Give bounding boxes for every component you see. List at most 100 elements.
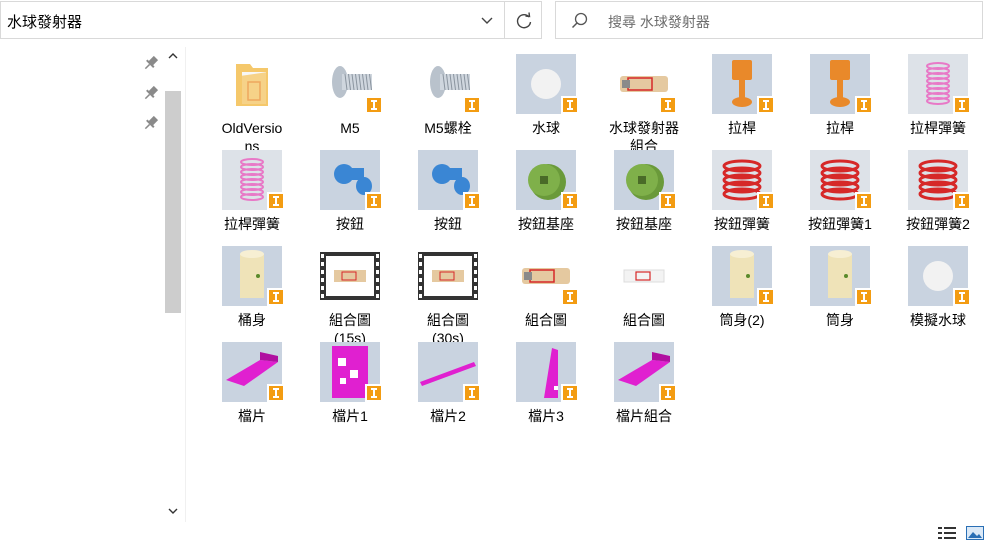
- file-item[interactable]: 桶身: [203, 246, 301, 329]
- pin-icon[interactable]: [142, 114, 160, 132]
- address-bar[interactable]: 水球發射器: [0, 1, 542, 39]
- file-item[interactable]: 組合圖 (30s): [399, 246, 497, 347]
- file-item[interactable]: 拉桿彈簧: [203, 150, 301, 233]
- file-item[interactable]: OldVersio ns: [203, 54, 301, 155]
- file-item[interactable]: M5螺栓: [399, 54, 497, 137]
- file-item[interactable]: 按鈕: [399, 150, 497, 233]
- file-label: 筒身(2): [719, 312, 765, 328]
- file-item[interactable]: 檔片3: [497, 342, 595, 425]
- file-item[interactable]: 檔片2: [399, 342, 497, 425]
- search-input[interactable]: 搜尋 水球發射器: [608, 12, 710, 32]
- file-label: 拉桿彈簧: [224, 216, 280, 232]
- file-item[interactable]: M5: [301, 54, 399, 137]
- scroll-thumb[interactable]: [165, 91, 181, 313]
- file-label: 組合圖: [623, 312, 665, 328]
- address-path[interactable]: 水球發射器: [7, 11, 82, 32]
- file-label: 桶身: [238, 312, 266, 328]
- file-label: 檔片2: [430, 408, 466, 424]
- inventor-badge-icon: [855, 288, 873, 306]
- file-item[interactable]: 筒身: [791, 246, 889, 329]
- inventor-badge-icon: [757, 96, 775, 114]
- inventor-badge-icon: [561, 192, 579, 210]
- file-label: 拉桿: [728, 120, 756, 136]
- file-item[interactable]: 組合圖: [497, 246, 595, 329]
- file-item[interactable]: 拉桿: [693, 54, 791, 137]
- inventor-badge-icon: [365, 192, 383, 210]
- spring-red-thumbnail-icon: [908, 150, 971, 210]
- file-item[interactable]: 組合圖: [595, 246, 693, 329]
- inventor-badge-icon: [267, 288, 285, 306]
- inventor-badge-icon: [561, 96, 579, 114]
- search-box[interactable]: 搜尋 水球發射器: [555, 1, 983, 39]
- folder-thumbnail-icon: [222, 54, 282, 114]
- spring-red-thumbnail-icon: [712, 150, 775, 210]
- inventor-badge-icon: [757, 192, 775, 210]
- pin-icon[interactable]: [142, 54, 160, 72]
- pull-rod-thumbnail-icon: [712, 54, 775, 114]
- file-item[interactable]: 按鈕彈簧2: [889, 150, 987, 233]
- file-item[interactable]: 檔片: [203, 342, 301, 425]
- pane-divider: [185, 47, 186, 522]
- inventor-badge-icon: [365, 96, 383, 114]
- inventor-badge-icon: [463, 384, 481, 402]
- file-label: 按鈕基座: [518, 216, 574, 232]
- file-item[interactable]: 按鈕彈簧: [693, 150, 791, 233]
- assembly-flat-thumbnail-icon: [614, 246, 674, 306]
- inventor-badge-icon: [463, 96, 481, 114]
- screw-thumbnail-icon: [320, 54, 383, 114]
- file-label: 檔片1: [332, 408, 368, 424]
- navigation-scrollbar[interactable]: [163, 47, 183, 520]
- scroll-up-icon[interactable]: [163, 47, 183, 65]
- inventor-badge-icon: [267, 192, 285, 210]
- tube-thumbnail-icon: [810, 246, 873, 306]
- tube-thumbnail-icon: [222, 246, 285, 306]
- file-label: 按鈕: [336, 216, 364, 232]
- inventor-badge-icon: [561, 384, 579, 402]
- file-label: M5螺栓: [424, 120, 472, 136]
- video-thumbnail-icon: [418, 246, 478, 306]
- file-item[interactable]: 按鈕基座: [595, 150, 693, 233]
- button-blue-thumbnail-icon: [320, 150, 383, 210]
- ball-thumbnail-icon: [516, 54, 579, 114]
- file-item[interactable]: 按鈕: [301, 150, 399, 233]
- file-item[interactable]: 水球: [497, 54, 595, 137]
- chevron-down-icon[interactable]: [479, 12, 495, 28]
- file-item[interactable]: 組合圖 (15s): [301, 246, 399, 347]
- file-label: 檔片: [238, 408, 266, 424]
- pull-rod-thumbnail-icon: [810, 54, 873, 114]
- file-label: 拉桿: [826, 120, 854, 136]
- pin-icon[interactable]: [142, 84, 160, 102]
- large-icons-view-icon[interactable]: [966, 526, 984, 540]
- inventor-badge-icon: [953, 96, 971, 114]
- file-item[interactable]: 模擬水球: [889, 246, 987, 329]
- file-item[interactable]: 檔片組合: [595, 342, 693, 425]
- file-label: 檔片組合: [616, 408, 672, 424]
- spring-pink-thumbnail-icon: [908, 54, 971, 114]
- video-thumbnail-icon: [320, 246, 380, 306]
- file-item[interactable]: 筒身(2): [693, 246, 791, 329]
- details-view-icon[interactable]: [938, 526, 956, 540]
- file-item[interactable]: 水球發射器 組合: [595, 54, 693, 155]
- search-icon: [571, 12, 588, 29]
- base-green-thumbnail-icon: [614, 150, 677, 210]
- inventor-badge-icon: [659, 192, 677, 210]
- file-item[interactable]: 檔片1: [301, 342, 399, 425]
- inventor-badge-icon: [757, 288, 775, 306]
- scroll-down-icon[interactable]: [163, 502, 183, 520]
- inventor-badge-icon: [659, 96, 677, 114]
- plate-tri-thumbnail-icon: [516, 342, 579, 402]
- file-label: 按鈕彈簧1: [808, 216, 872, 232]
- file-item[interactable]: 按鈕彈簧1: [791, 150, 889, 233]
- file-item[interactable]: 按鈕基座: [497, 150, 595, 233]
- inventor-badge-icon: [855, 192, 873, 210]
- assembly-cut-thumbnail-icon: [614, 54, 677, 114]
- base-green-thumbnail-icon: [516, 150, 579, 210]
- plate-wedge-thumbnail-icon: [222, 342, 285, 402]
- file-item[interactable]: 拉桿彈簧: [889, 54, 987, 137]
- refresh-icon[interactable]: [513, 10, 535, 32]
- file-item[interactable]: 拉桿: [791, 54, 889, 137]
- inventor-badge-icon: [953, 192, 971, 210]
- ball-thumbnail-icon: [908, 246, 971, 306]
- file-label: 水球: [532, 120, 560, 136]
- spring-pink-thumbnail-icon: [222, 150, 285, 210]
